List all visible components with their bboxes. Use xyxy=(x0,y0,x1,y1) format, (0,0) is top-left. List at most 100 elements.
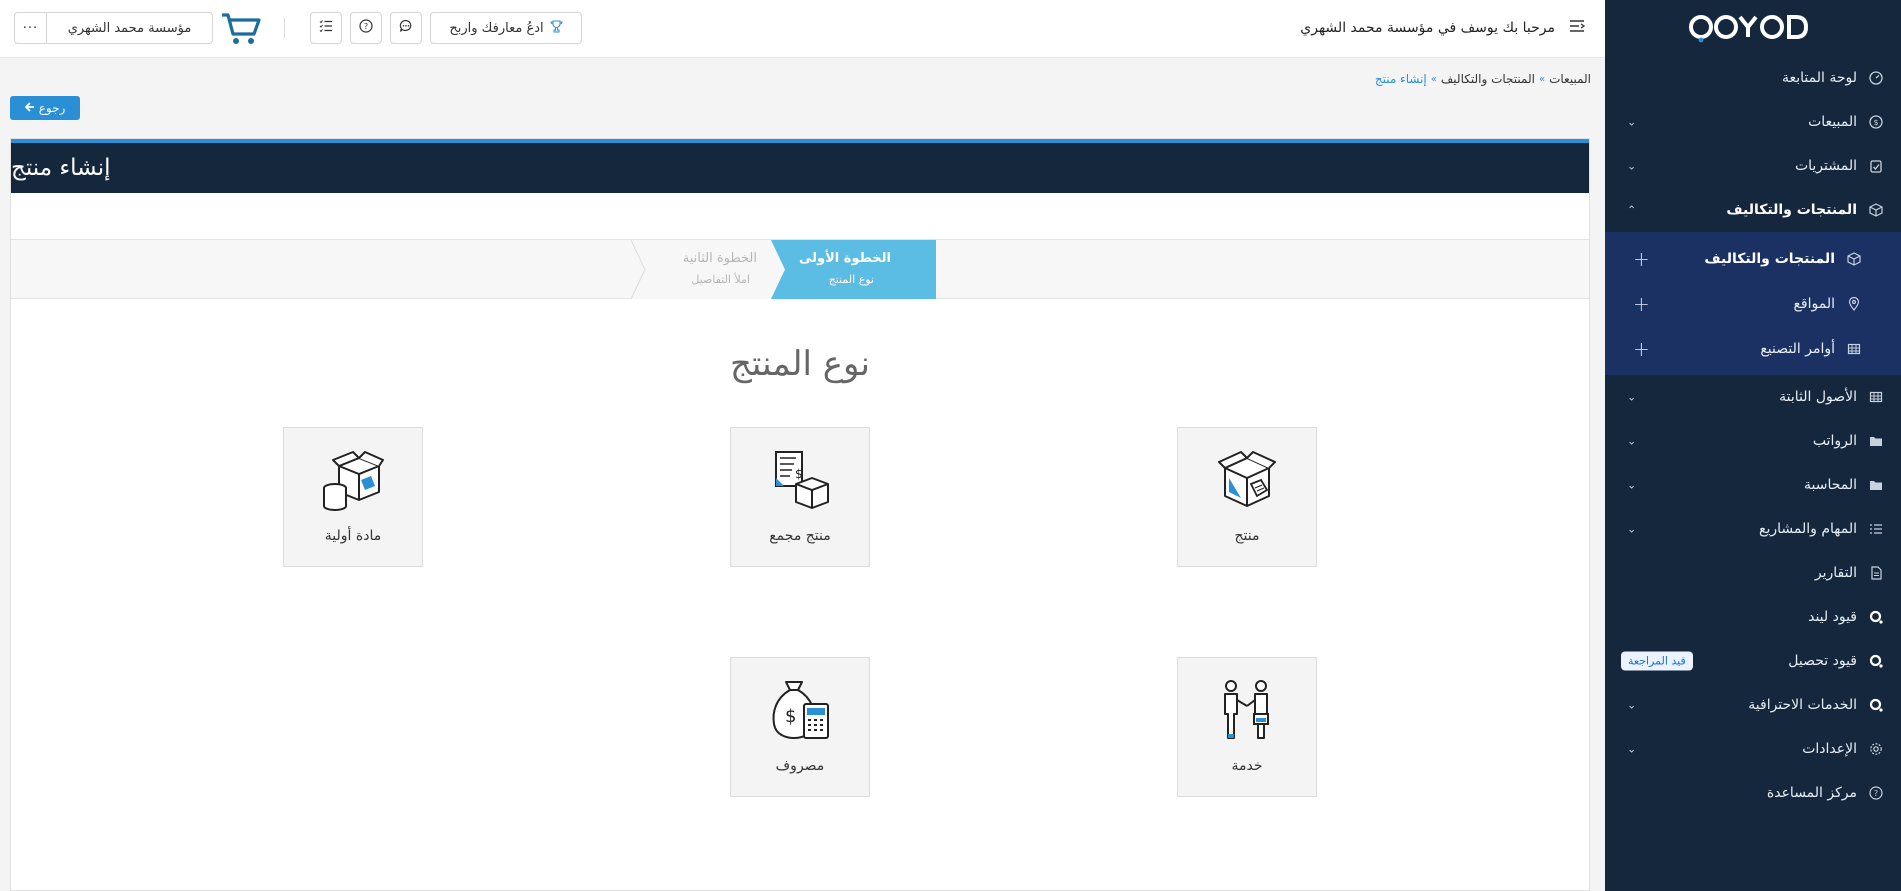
help-circle-icon: ? xyxy=(1867,784,1885,802)
chevron-down-icon: ⌄ xyxy=(1627,390,1637,404)
help-button[interactable]: ? xyxy=(350,12,382,44)
money-bag-calculator-icon: $ xyxy=(731,678,869,742)
chat-button[interactable] xyxy=(390,12,422,44)
sidebar-item-collection[interactable]: قيود تحصيل قيد المراجعة xyxy=(1605,639,1901,683)
wizard-step-2[interactable]: الخطوة الثانية املأ التفاصيل xyxy=(631,240,787,299)
sidebar-item-tasks[interactable]: المهام والمشاريع ⌄ xyxy=(1605,507,1901,551)
plus-icon[interactable]: + xyxy=(1633,294,1650,314)
sidebar-item-sales[interactable]: $ المبيعات ⌄ xyxy=(1605,100,1901,144)
sidebar-item-label: المنتجات والتكاليف xyxy=(1726,202,1857,218)
menu-toggle-icon[interactable] xyxy=(1569,19,1586,37)
sidebar-item-label: قيود ليند xyxy=(1808,609,1857,625)
chevron-down-icon: ⌄ xyxy=(1627,522,1637,536)
sidebar-item-purchases[interactable]: المشتريات ⌄ xyxy=(1605,144,1901,188)
service-type-card[interactable]: خدمة xyxy=(1177,657,1317,797)
wizard-steps: الخطوة الثانية املأ التفاصيل الخطوة الأو… xyxy=(11,239,1589,299)
section-title: نوع المنتج xyxy=(729,344,871,384)
divider xyxy=(284,18,285,38)
create-product-panel: إنشاء منتج الخطوة الثانية املأ التفاصيل … xyxy=(10,138,1590,891)
breadcrumb-current: إنشاء منتج xyxy=(1374,72,1427,86)
page-title: إنشاء منتج xyxy=(11,155,111,181)
chat-icon xyxy=(399,19,413,37)
raw-material-type-card[interactable]: مادة أولية xyxy=(283,427,423,567)
sidebar-item-dashboard[interactable]: لوحة المتابعة xyxy=(1605,56,1901,100)
handshake-people-icon xyxy=(1178,678,1316,742)
company-select[interactable]: ··· مؤسسة محمد الشهري xyxy=(14,12,213,44)
sidebar-submenu: المنتجات والتكاليف + المواقع + أوامر الت… xyxy=(1605,232,1901,375)
sidebar-item-products[interactable]: المنتجات والتكاليف ⌃ xyxy=(1605,188,1901,232)
step-title: الخطوة الثانية xyxy=(682,251,757,266)
sidebar-item-professional-services[interactable]: الخدمات الاحترافية ⌄ xyxy=(1605,683,1901,727)
product-type-card[interactable]: منتج xyxy=(1177,427,1317,567)
sidebar-item-label: الأصول الثابتة xyxy=(1779,389,1857,405)
plus-icon[interactable]: + xyxy=(1633,339,1650,359)
box-icon xyxy=(1845,250,1863,268)
chevron-down-icon: ⌄ xyxy=(1627,742,1637,756)
sidebar-item-help-center[interactable]: ? مركز المساعدة xyxy=(1605,771,1901,815)
sidebar-subitem-label: أوامر التصنيع xyxy=(1760,340,1835,357)
q-icon xyxy=(1867,696,1885,714)
table-icon xyxy=(1845,340,1863,358)
list-icon xyxy=(1867,520,1885,538)
sidebar-subitem-products[interactable]: المنتجات والتكاليف + xyxy=(1605,236,1901,281)
wizard-step-1[interactable]: الخطوة الأولى نوع المنتج xyxy=(771,240,936,299)
breadcrumb-separator-icon: » xyxy=(1430,73,1437,85)
status-badge: قيد المراجعة xyxy=(1621,651,1693,671)
welcome-area: مرحبا بك يوسف في مؤسسة محمد الشهري xyxy=(1300,0,1586,56)
sidebar-item-accounting[interactable]: المحاسبة ⌄ xyxy=(1605,463,1901,507)
more-icon[interactable]: ··· xyxy=(15,13,47,43)
svg-text:$: $ xyxy=(1873,118,1878,127)
plus-icon[interactable]: + xyxy=(1633,249,1650,269)
logo[interactable] xyxy=(1605,0,1901,56)
sidebar-item-settings[interactable]: الإعدادات ⌄ xyxy=(1605,727,1901,771)
step-subtitle: املأ التفاصيل xyxy=(691,273,750,286)
sidebar-item-label: المشتريات xyxy=(1794,158,1857,174)
card-label: مادة أولية xyxy=(324,528,382,544)
speedometer-icon xyxy=(1867,69,1885,87)
bundle-type-card[interactable]: $ منتج مجمع xyxy=(730,427,870,567)
folder-icon xyxy=(1867,476,1885,494)
company-name: مؤسسة محمد الشهري xyxy=(67,20,192,36)
top-bar: مرحبا بك يوسف في مؤسسة محمد الشهري ادعُ … xyxy=(0,0,1605,58)
sidebar-item-fixed-assets[interactable]: الأصول الثابتة ⌄ xyxy=(1605,375,1901,419)
sidebar-item-label: المحاسبة xyxy=(1803,477,1857,493)
q-icon xyxy=(1867,608,1885,626)
panel-header: إنشاء منتج xyxy=(11,139,1589,193)
sidebar: لوحة المتابعة $ المبيعات ⌄ المشتريات ⌄ ا… xyxy=(1605,0,1901,891)
breadcrumb-item[interactable]: المبيعات xyxy=(1549,72,1591,86)
task-list-icon xyxy=(319,19,333,37)
svg-text:$: $ xyxy=(785,706,796,727)
breadcrumb-item[interactable]: المنتجات والتكاليف xyxy=(1441,72,1535,86)
help-circle-icon: ? xyxy=(359,19,373,37)
box-tag-icon xyxy=(1178,448,1316,512)
back-button[interactable]: رجوع xyxy=(10,96,80,120)
document-icon xyxy=(1867,564,1885,582)
sidebar-item-reports[interactable]: التقارير xyxy=(1605,551,1901,595)
location-icon xyxy=(1845,295,1863,313)
invite-label: ادعُ معارفك واربح xyxy=(449,20,544,36)
card-label: مصروف xyxy=(775,758,825,774)
tasks-button[interactable] xyxy=(310,12,342,44)
sidebar-item-label: المهام والمشاريع xyxy=(1759,521,1857,537)
welcome-text: مرحبا بك يوسف في مؤسسة محمد الشهري xyxy=(1300,20,1555,36)
sidebar-subitem-label: المنتجات والتكاليف xyxy=(1704,250,1835,267)
svg-text:?: ? xyxy=(364,22,368,31)
box-icon xyxy=(1867,201,1885,219)
sidebar-item-label: التقارير xyxy=(1814,565,1857,581)
chevron-down-icon: ⌄ xyxy=(1627,115,1637,129)
chevron-down-icon: ⌄ xyxy=(1627,434,1637,448)
sidebar-item-lend[interactable]: قيود ليند xyxy=(1605,595,1901,639)
sidebar-item-label: الخدمات الاحترافية xyxy=(1748,697,1857,713)
sidebar-subitem-locations[interactable]: المواقع + xyxy=(1605,281,1901,326)
expense-type-card[interactable]: $ مصروف xyxy=(730,657,870,797)
back-label: رجوع xyxy=(38,101,66,115)
sidebar-item-label: المبيعات xyxy=(1808,114,1857,130)
sidebar-subitem-manufacturing[interactable]: أوامر التصنيع + xyxy=(1605,326,1901,371)
breadcrumb: المبيعات » المنتجات والتكاليف » إنشاء من… xyxy=(1375,72,1591,86)
invite-button[interactable]: ادعُ معارفك واربح xyxy=(430,12,582,44)
sidebar-subitem-label: المواقع xyxy=(1793,295,1835,312)
cart-icon[interactable] xyxy=(220,12,262,50)
step-divider xyxy=(631,240,646,299)
sidebar-item-label: لوحة المتابعة xyxy=(1781,70,1857,86)
sidebar-item-payroll[interactable]: الرواتب ⌄ xyxy=(1605,419,1901,463)
